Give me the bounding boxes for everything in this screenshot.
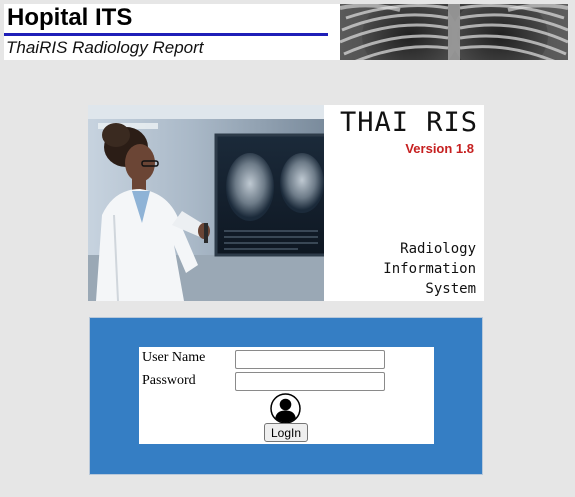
app-version: Version 1.8 — [405, 141, 474, 156]
header-divider — [4, 33, 328, 36]
hero-panel: THAI RIS Version 1.8 Radiology Informati… — [88, 105, 484, 301]
username-input[interactable] — [235, 350, 385, 369]
username-label: User Name — [142, 350, 206, 365]
header-banner: Hopital ITS ThaiRIS Radiology Report — [4, 4, 340, 60]
app-description-line: Radiology — [400, 241, 476, 257]
app-description-line: System — [425, 281, 476, 297]
doctor-viewing-scans-image — [88, 105, 324, 301]
app-description-line: Information — [383, 261, 476, 277]
site-title: Hopital ITS — [7, 4, 133, 31]
site-subtitle: ThaiRIS Radiology Report — [6, 38, 204, 57]
login-form: User Name Password LogIn — [139, 347, 434, 444]
password-label: Password — [142, 373, 196, 388]
password-input[interactable] — [235, 372, 385, 391]
app-description: Radiology Information System — [383, 239, 476, 299]
chest-xray-image — [340, 4, 568, 60]
user-avatar-icon — [270, 393, 301, 424]
login-button[interactable]: LogIn — [264, 423, 309, 442]
login-panel: User Name Password LogIn — [89, 317, 483, 475]
app-brand-title: THAI RIS — [339, 107, 478, 138]
